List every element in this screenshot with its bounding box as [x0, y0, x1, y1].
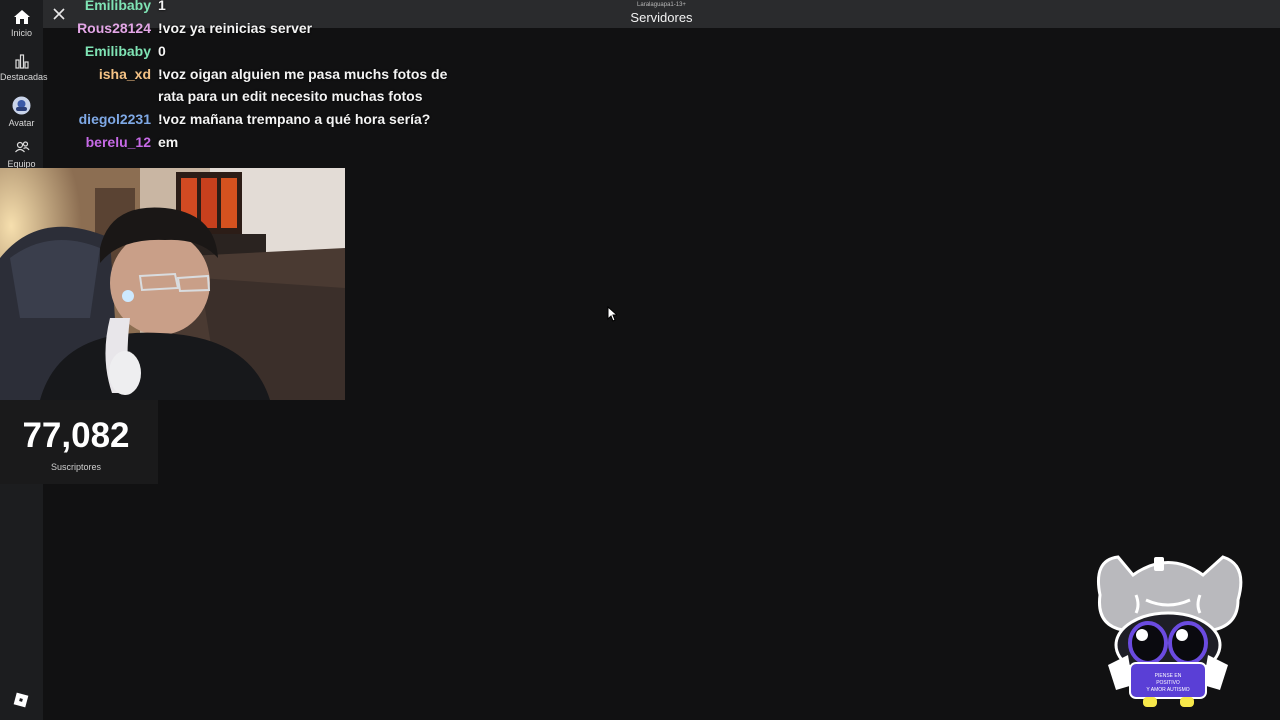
- chat-text: em: [158, 134, 179, 150]
- nav-label-team: Equipo: [7, 159, 36, 168]
- mascot-sticker: PIENSE EN POSITIVO Y AMOR AUTISMO: [1097, 555, 1243, 707]
- chat-message: isha_xd !voz oigan alguien me pasa muchs…: [0, 63, 460, 107]
- chat-text: !voz mañana trempano a qué hora sería?: [158, 111, 431, 127]
- subscriber-label: Suscriptores: [50, 462, 102, 472]
- chat-text: !voz oigan alguien me pasa muchs fotos d…: [158, 66, 448, 104]
- roblox-logo-icon[interactable]: [13, 692, 29, 708]
- chat-text: !voz ya reinicias server: [158, 20, 313, 36]
- subscriber-count: 77,082: [22, 416, 130, 455]
- mouse-cursor-icon: [607, 306, 617, 322]
- chat-username: Emilibaby: [84, 43, 151, 59]
- webcam-feed: [0, 168, 345, 400]
- chat-message: diegol2231 !voz mañana trempano a qué ho…: [0, 108, 460, 130]
- chat-username: Rous28124: [77, 20, 151, 36]
- svg-text:Y AMOR AUTISMO: Y AMOR AUTISMO: [1146, 687, 1189, 693]
- chat-message: berelu_12 em: [0, 131, 460, 153]
- chat-overlay: Emilibaby 1 Rous28124 !voz ya reinicias …: [0, 0, 460, 154]
- chat-username: diegol2231: [78, 111, 151, 127]
- chat-text: 1: [158, 0, 166, 13]
- svg-text:PIENSE EN: PIENSE EN: [1155, 673, 1182, 679]
- webcam-scene: [0, 168, 345, 400]
- subscriber-counter: 77,082 Suscriptores: [0, 400, 158, 484]
- chat-username: Emilibaby: [84, 0, 151, 13]
- chat-username: berelu_12: [85, 134, 151, 150]
- svg-text:POSITIVO: POSITIVO: [1156, 680, 1180, 686]
- chat-message: Emilibaby 1: [0, 0, 460, 16]
- chat-text: 0: [158, 43, 166, 59]
- chat-message: Emilibaby 0: [0, 40, 460, 62]
- chat-message: Rous28124 !voz ya reinicias server: [0, 17, 460, 39]
- chat-username: isha_xd: [98, 66, 151, 82]
